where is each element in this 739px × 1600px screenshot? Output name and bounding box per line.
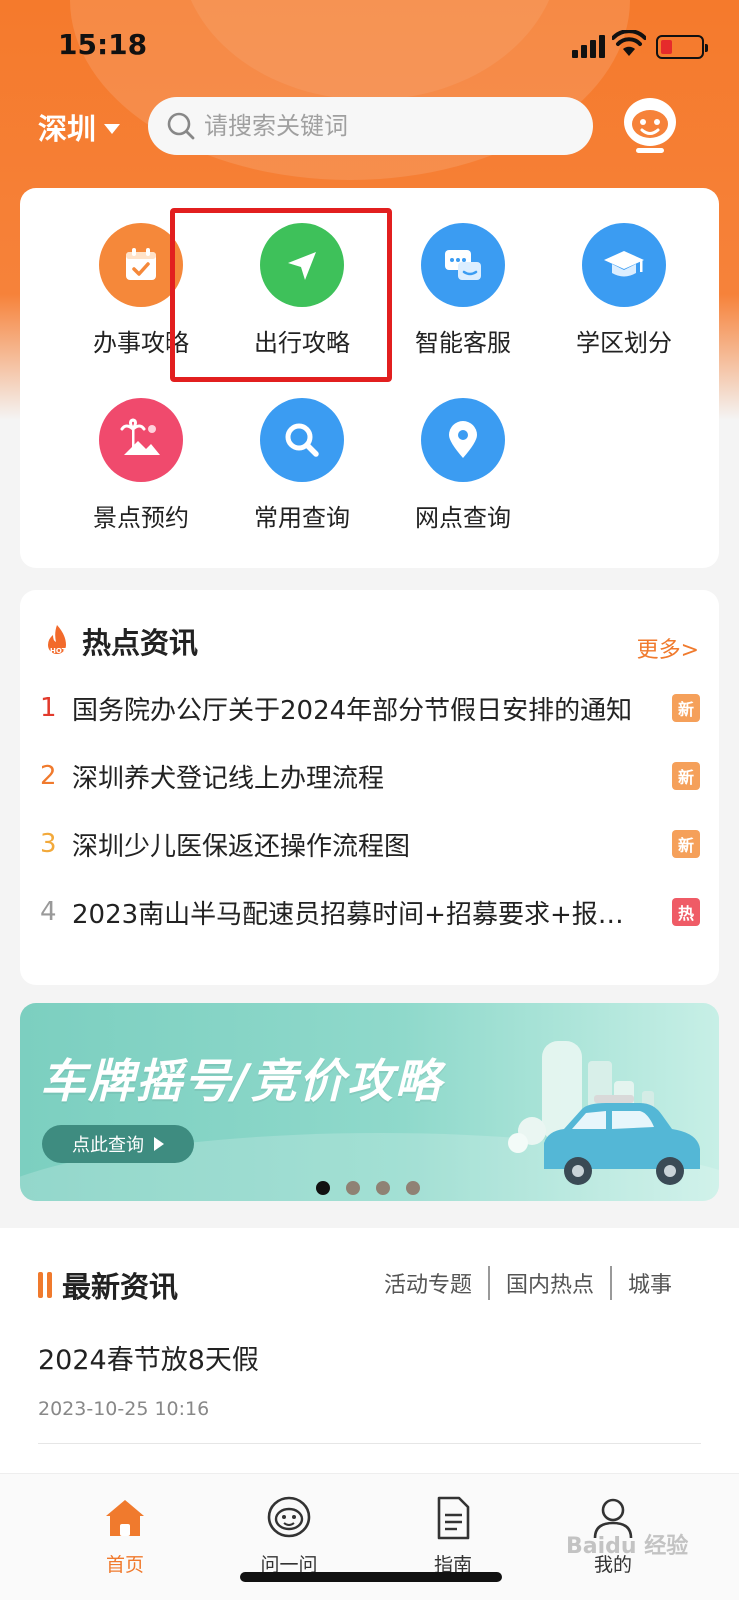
robot-assistant-icon[interactable] [622,92,678,156]
banner-title: 车牌摇号/竞价攻略 [40,1054,443,1108]
service-label: 网点查询 [415,504,511,532]
document-icon [429,1494,477,1542]
article-date: 2023-10-25 10:16 [38,1398,210,1420]
latest-news-section: 最新资讯 活动专题 国内热点 城事 2024春节放8天假 2023-10-25 … [0,1228,739,1473]
service-branch-query[interactable]: 网点查询 [383,398,543,548]
news-item[interactable]: 3 深圳少儿医保返还操作流程图 新 [40,824,700,864]
news-item[interactable]: 4 2023南山半马配速员招募时间+招募要求+报名入口 热 [40,892,700,932]
news-rank: 2 [40,761,57,791]
divider [38,1443,701,1444]
home-icon [101,1494,149,1542]
search-bar[interactable] [148,97,593,155]
wifi-icon [612,30,646,56]
category-tab[interactable]: 国内热点 [506,1267,594,1299]
robot-icon [265,1494,313,1542]
news-text: 深圳养犬登记线上办理流程 [72,763,385,794]
chat-bubbles-icon [421,223,505,307]
hot-news-card: HOT 热点资讯 更多> 1 国务院办公厅关于2024年部分节假日安排的通知 新… [20,590,719,985]
palm-tree-icon [99,398,183,482]
news-text: 国务院办公厅关于2024年部分节假日安排的通知 [72,695,633,726]
carousel-indicator[interactable] [316,1181,420,1195]
hot-badge: 热 [672,898,700,926]
home-indicator[interactable] [240,1572,502,1582]
news-item[interactable]: 2 深圳养犬登记线上办理流程 新 [40,756,700,796]
tab-label: 首页 [105,1554,144,1576]
new-badge: 新 [672,694,700,722]
category-tab[interactable]: 活动专题 [384,1267,472,1299]
news-rank: 1 [40,693,57,723]
highlight-box [170,208,392,382]
svg-text:HOT: HOT [50,647,67,655]
tab-ask[interactable]: 问一问 [229,1494,349,1577]
status-bar: 15:18 [0,0,739,90]
news-item[interactable]: 1 国务院办公厅关于2024年部分节假日安排的通知 新 [40,688,700,728]
news-text: 深圳少儿医保返还操作流程图 [72,831,411,862]
city-label: 深圳 [38,112,97,146]
service-common-query[interactable]: 常用查询 [222,398,382,548]
latest-news-title: 最新资讯 [62,1270,179,1304]
status-time: 15:18 [58,28,148,61]
category-tabs: 活动专题 国内热点 城事 [384,1266,672,1300]
caret-down-icon [104,124,121,134]
tab-home[interactable]: 首页 [65,1494,185,1577]
hot-news-title: 热点资讯 [82,626,199,660]
more-link[interactable]: 更多> [637,632,699,664]
service-scenic-booking[interactable]: 景点预约 [61,398,221,548]
new-badge: 新 [672,830,700,858]
car-illustration [508,1041,700,1185]
news-text: 2023南山半马配速员招募时间+招募要求+报名入口 [72,899,672,930]
latest-news-header: 最新资讯 [38,1264,178,1306]
watermark: Baidu 经验 [566,1534,689,1559]
battery-icon [656,35,708,59]
news-rank: 3 [40,829,57,859]
city-selector[interactable]: 深圳 [38,106,121,148]
service-label: 学区划分 [576,329,672,357]
news-rank: 4 [40,897,57,927]
magnifier-icon [260,398,344,482]
location-pin-icon [421,398,505,482]
service-label: 智能客服 [415,329,511,357]
play-arrow-icon [154,1137,164,1151]
banner-button-label: 点此查询 [72,1135,144,1156]
promo-banner[interactable]: 车牌摇号/竞价攻略 点此查询 [20,1003,719,1201]
graduation-cap-icon [582,223,666,307]
tab-guide[interactable]: 指南 [393,1494,513,1577]
hot-news-header: HOT 热点资讯 [42,620,198,662]
banner-query-button[interactable]: 点此查询 [42,1125,194,1163]
service-label: 景点预约 [93,504,189,532]
hot-flame-icon: HOT [48,625,67,655]
cellular-signal-icon [572,34,608,58]
article-title[interactable]: 2024春节放8天假 [38,1338,259,1377]
section-marker-icon [38,1272,52,1298]
new-badge: 新 [672,762,700,790]
service-school-district[interactable]: 学区划分 [544,223,704,373]
search-icon [167,112,195,140]
service-label: 常用查询 [254,504,350,532]
category-tab[interactable]: 城事 [628,1267,672,1299]
search-input[interactable] [204,112,584,140]
service-smart-support[interactable]: 智能客服 [383,223,543,373]
